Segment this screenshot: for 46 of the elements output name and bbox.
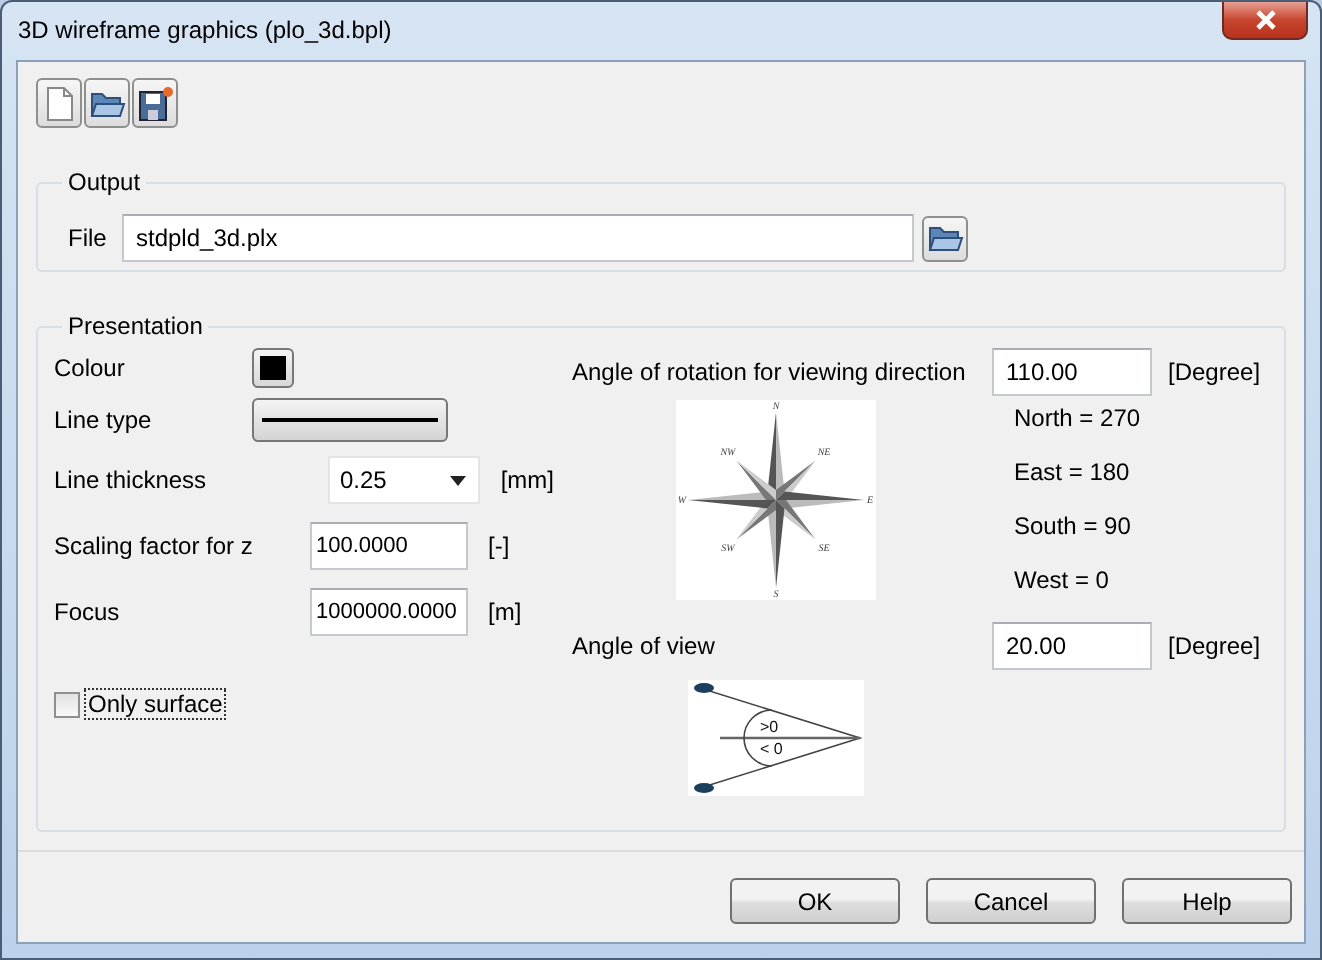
scaling-field[interactable]: 100.0000 [310, 522, 468, 570]
caret-icon [450, 475, 467, 485]
group-title: Output [66, 168, 143, 196]
help-button[interactable]: Help [1122, 878, 1292, 924]
unit-label: [Degree] [1168, 358, 1261, 386]
unit-label: [m] [488, 598, 522, 626]
direction-note: South = 90 [1014, 512, 1133, 540]
field-label: Line thickness [54, 466, 209, 494]
group-title: Presentation [66, 312, 205, 340]
document-icon [45, 85, 73, 121]
field-label: Angle of rotation for viewing direction [572, 358, 968, 386]
direction-note: West = 0 [1014, 566, 1111, 594]
colour-button[interactable] [252, 348, 294, 388]
ok-button[interactable]: OK [730, 878, 900, 924]
field-label: Scaling factor for z [54, 532, 255, 560]
field-label: File [68, 224, 109, 252]
cancel-button[interactable]: Cancel [926, 878, 1096, 924]
field-label: Line type [54, 406, 154, 434]
close-button[interactable] [1222, 2, 1308, 40]
view-angle-field[interactable]: 20.00 [992, 622, 1152, 670]
checkbox-label[interactable]: Only surface [86, 690, 225, 718]
line-thickness-dropdown[interactable]: 0.25 [328, 456, 481, 504]
folder-icon [927, 222, 963, 254]
focus-field[interactable]: 1000000.0000 [310, 588, 468, 636]
view-angle-drawing: >0 < 0 [688, 680, 864, 796]
open-folder-button[interactable] [84, 78, 130, 128]
floppy-disk-icon [137, 85, 173, 121]
unit-label: [Degree] [1168, 632, 1261, 660]
field-label: Focus [54, 598, 122, 626]
direction-note: East = 180 [1014, 458, 1132, 486]
direction-note: North = 270 [1014, 404, 1141, 432]
unit-label: [-] [488, 532, 510, 560]
field-label: Colour [54, 354, 127, 382]
unit-label: [mm] [500, 466, 554, 494]
save-button[interactable] [132, 78, 178, 128]
solid-line-icon [262, 416, 438, 424]
new-file-button[interactable] [36, 78, 82, 128]
checkbox[interactable] [54, 691, 80, 717]
field-label: Angle of view [572, 632, 717, 660]
window-title: 3D wireframe graphics (plo_3d.bpl) [18, 16, 392, 44]
close-icon [1253, 10, 1277, 30]
folder-icon [89, 87, 125, 119]
line-type-button[interactable] [252, 398, 448, 442]
file-field[interactable]: stdpld_3d.plx [122, 214, 914, 262]
rotation-angle-field[interactable]: 110.00 [992, 348, 1152, 396]
browse-button[interactable] [922, 215, 968, 261]
